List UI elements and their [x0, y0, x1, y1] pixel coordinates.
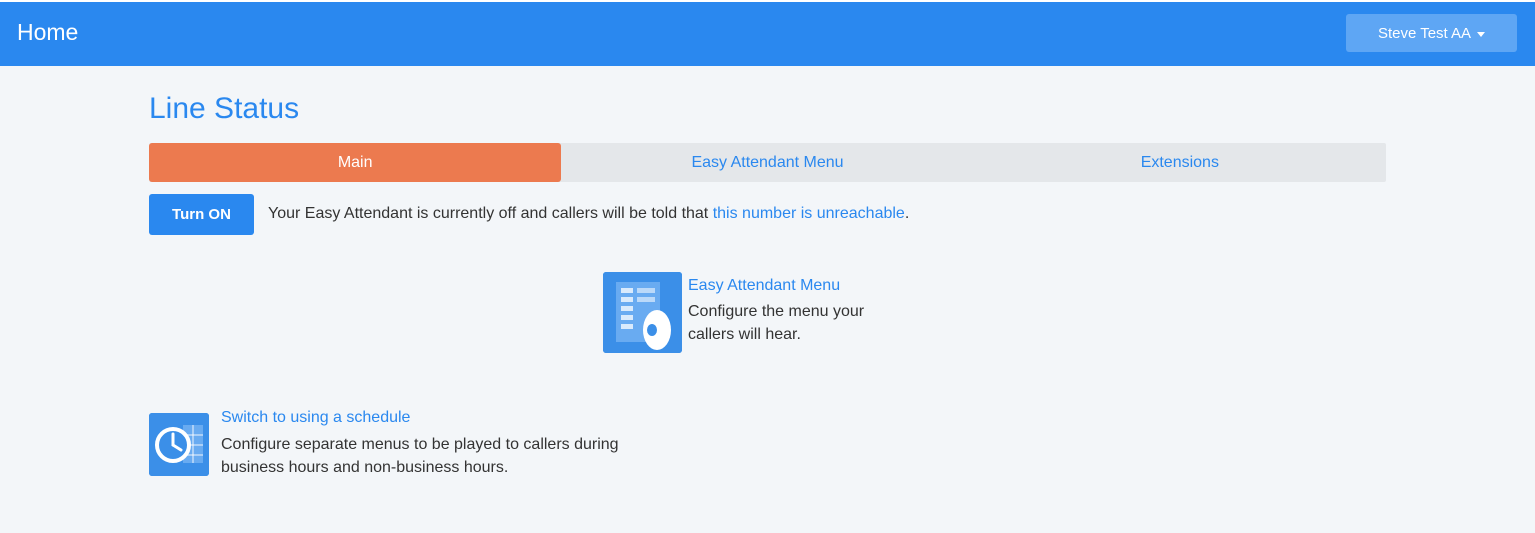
tab-easy-attendant-menu[interactable]: Easy Attendant Menu: [561, 143, 973, 182]
menu-speaker-icon[interactable]: [603, 272, 682, 353]
user-menu-dropdown[interactable]: Steve Test AA: [1346, 14, 1517, 52]
tab-bar: Main Easy Attendant Menu Extensions: [149, 143, 1386, 182]
home-link[interactable]: Home: [17, 19, 78, 46]
schedule-description-line-2: business hours and non-business hours.: [221, 459, 509, 476]
user-menu-label: Steve Test AA: [1377, 24, 1472, 42]
status-suffix: .: [904, 205, 910, 222]
status-message: Your Easy Attendant is currently off and…: [268, 205, 909, 223]
page-title: Line Status: [149, 92, 300, 125]
clock-calendar-svg: [149, 413, 209, 476]
easy-attendant-menu-link[interactable]: Easy Attendant Menu: [688, 277, 840, 295]
clock-calendar-icon[interactable]: [149, 413, 209, 476]
menu-description-line-2: callers will hear.: [688, 326, 801, 343]
tab-extensions[interactable]: Extensions: [974, 143, 1386, 182]
switch-to-schedule-link[interactable]: Switch to using a schedule: [221, 409, 410, 427]
menu-description-line-1: Configure the menu your: [688, 303, 865, 320]
tab-main[interactable]: Main: [149, 143, 562, 182]
unreachable-link[interactable]: this number is unreachable: [713, 205, 905, 222]
caret-down-icon: [1477, 31, 1486, 37]
schedule-description: Configure separate menus to be played to…: [221, 433, 741, 479]
status-text: Your Easy Attendant is currently off and…: [268, 205, 713, 222]
top-navbar: Home Steve Test AA: [0, 0, 1535, 66]
menu-speaker-svg: [603, 272, 682, 353]
easy-attendant-menu-description: Configure the menu your callers will hea…: [688, 300, 918, 346]
turn-on-button[interactable]: Turn ON: [149, 194, 254, 235]
schedule-description-line-1: Configure separate menus to be played to…: [221, 436, 619, 453]
